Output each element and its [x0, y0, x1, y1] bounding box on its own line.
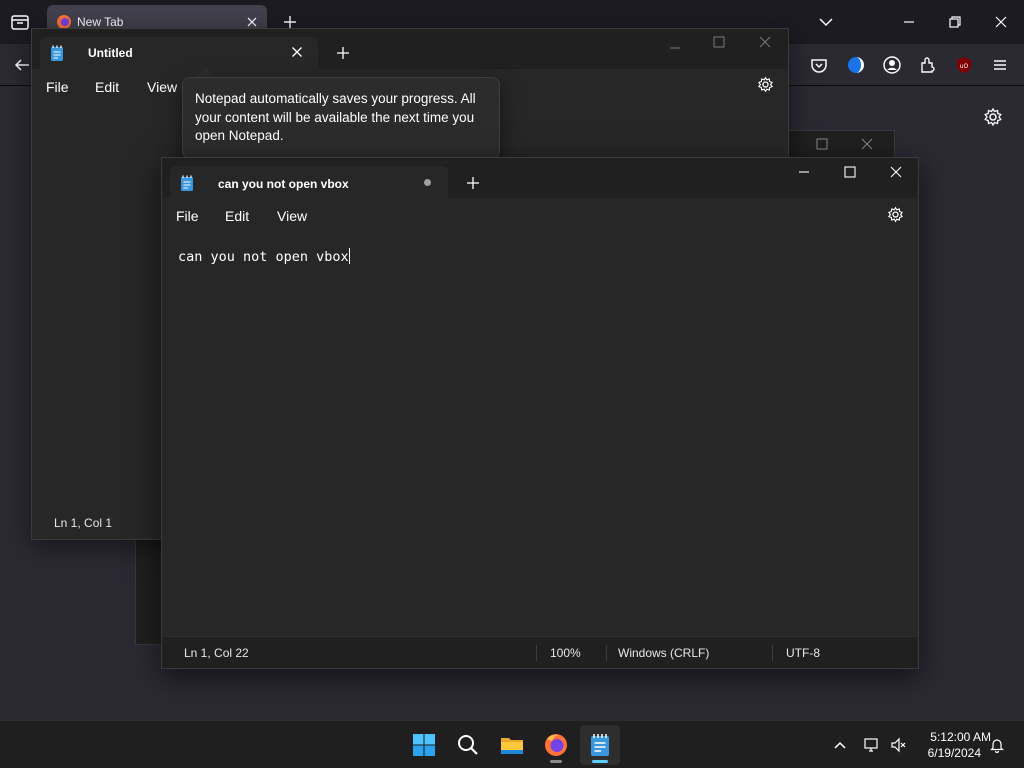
menu-edit[interactable]: Edit	[95, 79, 119, 95]
minimize-icon[interactable]	[797, 165, 811, 179]
volume-muted-icon[interactable]	[890, 737, 906, 753]
notepad-icon	[591, 734, 609, 756]
divider	[606, 645, 607, 661]
hamburger-menu-icon[interactable]	[990, 55, 1010, 75]
ublock-origin-icon[interactable]: uO	[954, 55, 974, 75]
notepad-icon	[180, 175, 194, 192]
line-ending[interactable]: Windows (CRLF)	[618, 646, 709, 660]
divider	[772, 645, 773, 661]
tab-title: Untitled	[88, 46, 133, 60]
autosave-tooltip: Notepad automatically saves your progres…	[182, 77, 500, 159]
tab-title: can you not open vbox	[218, 177, 349, 191]
notepad-window-active: can you not open vbox File Edit View can…	[161, 157, 919, 669]
chevron-up-icon[interactable]	[832, 737, 848, 753]
gear-icon[interactable]	[757, 76, 774, 93]
text-caret	[348, 248, 350, 264]
tab-active-document[interactable]: can you not open vbox	[170, 166, 448, 198]
tab-untitled[interactable]: Untitled	[40, 37, 318, 69]
menu-edit[interactable]: Edit	[225, 208, 249, 224]
file-explorer-icon	[501, 738, 523, 754]
svg-text:uO: uO	[960, 63, 969, 70]
divider	[536, 645, 537, 661]
minimize-icon[interactable]	[901, 14, 917, 30]
close-icon[interactable]	[291, 46, 303, 58]
title-bar: Untitled	[32, 29, 788, 69]
unsaved-indicator[interactable]	[424, 179, 431, 186]
status-bar: Ln 1, Col 22 100% Windows (CRLF) UTF-8	[162, 636, 918, 668]
maximize-icon[interactable]	[713, 36, 725, 48]
encoding[interactable]: UTF-8	[786, 646, 820, 660]
maximize-icon	[816, 138, 828, 150]
running-indicator	[550, 760, 562, 763]
close-icon[interactable]	[245, 15, 259, 29]
notepad-taskbar-button[interactable]	[580, 725, 620, 765]
close-icon[interactable]	[759, 36, 771, 48]
new-tab-plus-icon[interactable]	[466, 176, 480, 190]
gear-icon[interactable]	[983, 107, 1003, 127]
cursor-position: Ln 1, Col 1	[54, 516, 113, 530]
minimize-icon[interactable]	[669, 42, 681, 54]
maximize-icon[interactable]	[843, 165, 857, 179]
pocket-icon[interactable]	[809, 55, 829, 75]
start-icon	[413, 734, 435, 756]
text-editor[interactable]: can you not open vbox	[162, 232, 918, 638]
clock-date[interactable]: 6/19/2024	[909, 746, 981, 760]
gear-icon[interactable]	[887, 206, 904, 223]
chevron-down-icon[interactable]	[818, 16, 834, 28]
start-button[interactable]	[404, 725, 444, 765]
menu-file[interactable]: File	[176, 208, 199, 224]
account-icon[interactable]	[882, 55, 902, 75]
menu-bar: File Edit View	[162, 198, 918, 232]
search-button[interactable]	[448, 725, 488, 765]
extensions-icon[interactable]	[918, 55, 938, 75]
search-icon	[458, 735, 478, 755]
active-indicator	[592, 760, 608, 763]
firefox-view-icon[interactable]	[10, 13, 30, 31]
tooltip-arrow	[196, 67, 216, 77]
file-explorer-button[interactable]	[492, 725, 532, 765]
notification-bell-icon[interactable]	[989, 737, 1005, 753]
firefox-taskbar-button[interactable]	[536, 725, 576, 765]
close-icon[interactable]	[993, 14, 1009, 30]
menu-file[interactable]: File	[46, 79, 69, 95]
firefox-icon	[545, 734, 567, 756]
network-icon[interactable]	[864, 737, 880, 753]
close-icon	[861, 138, 873, 150]
notepad-icon	[50, 45, 64, 62]
restore-icon[interactable]	[947, 14, 963, 30]
clock-time[interactable]: 5:12:00 AM	[909, 730, 991, 744]
new-tab-plus-icon[interactable]	[336, 46, 350, 60]
firefox-tab-title: New Tab	[77, 15, 124, 29]
cursor-position: Ln 1, Col 22	[184, 646, 249, 660]
menu-view[interactable]: View	[147, 79, 177, 95]
title-bar: can you not open vbox	[162, 158, 918, 198]
taskbar: 5:12:00 AM 6/19/2024	[0, 720, 1024, 768]
menu-view[interactable]: View	[277, 208, 307, 224]
back-arrow-icon[interactable]	[13, 56, 31, 74]
close-icon[interactable]	[889, 165, 903, 179]
zoom-level[interactable]: 100%	[550, 646, 581, 660]
editor-content: can you not open vbox	[178, 249, 349, 265]
dark-reader-icon[interactable]	[846, 55, 866, 75]
